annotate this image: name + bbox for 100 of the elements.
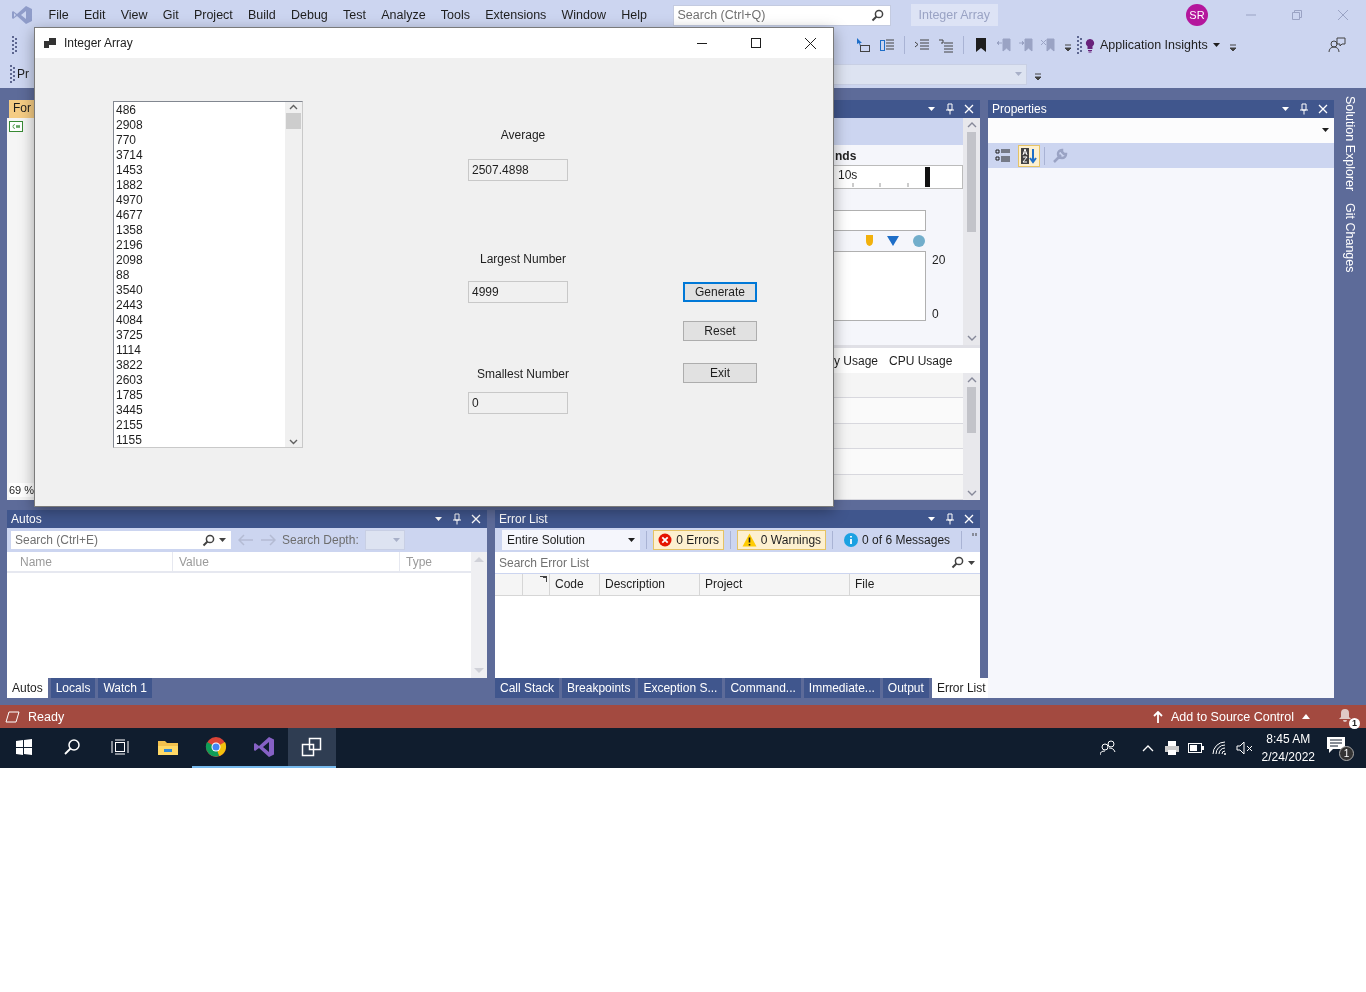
printer-icon[interactable] [1163,740,1180,756]
person-chat-icon[interactable] [1328,37,1346,53]
column-header[interactable]: File [850,574,980,595]
menu-item[interactable]: Debug [283,6,336,24]
grip-handle-icon[interactable] [10,65,15,83]
scrollbar[interactable] [285,102,302,447]
side-tab[interactable]: Git Changes [1343,203,1357,273]
toolbar-button[interactable] [1018,144,1040,167]
menu-item[interactable]: Extensions [477,6,554,24]
list-item[interactable]: 2603 [116,373,283,388]
wifi-icon[interactable] [1211,741,1228,755]
list-item[interactable]: 2443 [116,298,283,313]
overflow-icon[interactable] [1228,43,1237,53]
list-item[interactable]: 3725 [116,328,283,343]
overflow-icon[interactable] [1064,43,1072,53]
list-item[interactable]: 3445 [116,403,283,418]
column-header[interactable]: Description [600,574,700,595]
search-icon[interactable] [951,556,964,569]
action-button[interactable]: Exit [683,363,757,383]
search-input[interactable]: Search (Ctrl+Q) [677,8,871,22]
list-item[interactable]: 1453 [116,163,283,178]
account-avatar[interactable]: SR [1186,4,1208,26]
diagnostics-tab[interactable]: CPU Usage [889,353,953,368]
list-item[interactable]: 1882 [116,178,283,193]
cursor-box-icon[interactable] [855,37,871,53]
panel-tab[interactable]: Autos [7,678,48,698]
list-item[interactable]: 3540 [116,283,283,298]
menu-item[interactable]: Test [335,6,374,24]
pin-icon[interactable] [1299,103,1309,115]
search-input[interactable]: Search Error List [499,555,948,570]
close-icon[interactable] [471,514,481,524]
side-tab[interactable]: Solution Explorer [1343,96,1357,192]
panel-list-icon[interactable] [879,37,895,53]
battery-icon[interactable] [1187,743,1204,753]
list-item[interactable]: 1358 [116,223,283,238]
bookmark-icon[interactable] [974,37,988,53]
panel-tab[interactable]: Breakpoints [562,678,636,698]
close-icon[interactable] [1318,104,1328,114]
list-item[interactable]: 4677 [116,208,283,223]
result-field[interactable]: 0 [468,392,568,414]
table-row[interactable] [834,474,963,501]
action-button[interactable]: Reset [683,321,757,341]
search-icon[interactable] [870,8,884,22]
filter-toggle-button[interactable]: 0 Errors [653,530,724,550]
diagnostics-tab[interactable]: y Usage [834,353,879,368]
grip-handle-icon[interactable] [12,36,17,54]
column-header[interactable]: Code [550,574,600,595]
scrollbar-thumb[interactable] [286,113,301,129]
panel-tab[interactable]: Command... [725,678,801,698]
pin-icon[interactable] [945,513,955,525]
source-control-button[interactable]: Add to Source Control [1153,709,1310,724]
menu-item[interactable]: Edit [76,6,114,24]
menu-item[interactable]: Analyze [373,6,434,24]
filter-toggle-button[interactable]: 0 of 6 Messages [839,530,956,550]
scope-combo-box[interactable]: Entire Solution [502,530,641,550]
overflow-icon[interactable] [1034,72,1042,82]
dropdown-icon[interactable] [1281,104,1290,114]
dropdown-icon[interactable] [218,535,227,545]
list-item[interactable]: 770 [116,133,283,148]
grip-handle-icon[interactable] [1077,36,1082,54]
list-item[interactable]: 2098 [116,253,283,268]
panel-tab[interactable]: Watch 1 [98,678,152,698]
panel-tab[interactable]: Exception S... [638,678,723,698]
sort-icon[interactable] [540,576,547,582]
panel-tab[interactable]: Immediate... [803,678,880,698]
menu-item[interactable]: File [41,6,77,24]
scrollbar[interactable] [963,118,980,345]
action-button[interactable]: Generate [683,282,757,302]
menu-item[interactable]: Help [613,6,655,24]
list-item[interactable]: 1114 [116,343,283,358]
dropdown-icon[interactable] [927,514,936,524]
list-item[interactable]: 2155 [116,418,283,433]
filter-toggle-button[interactable]: 0 Warnings [736,530,827,550]
search-box[interactable]: Search (Ctrl+E) [10,530,232,550]
taskbar-app-button[interactable] [288,728,336,768]
panel-tab[interactable]: Locals [50,678,96,698]
panel-tab[interactable]: Call Stack [495,678,560,698]
column-header[interactable]: Project [700,574,850,595]
chevron-up-icon[interactable] [1141,744,1154,752]
panel-tab[interactable]: Output [882,678,929,698]
close-icon[interactable] [964,514,974,524]
dropdown-icon[interactable] [434,514,443,524]
search-icon[interactable] [202,533,215,547]
menu-item[interactable]: Window [553,6,614,24]
list-item[interactable]: 88 [116,268,283,283]
pin-icon[interactable] [452,513,462,525]
notification-bell[interactable]: 1 [1338,707,1358,726]
menu-item[interactable]: Tools [433,6,478,24]
menu-item[interactable]: Build [240,6,284,24]
time-marker-icon[interactable] [925,167,930,187]
pin-icon[interactable] [945,103,955,115]
scrollbar-thumb[interactable] [967,132,976,232]
menu-item[interactable]: Git [155,6,187,24]
people-icon[interactable] [1099,740,1116,756]
scrollbar-thumb[interactable] [967,387,976,433]
list-item[interactable]: 2908 [116,118,283,133]
clock[interactable]: 8:45 AM 2/24/2022 [1261,730,1315,766]
panel-tab[interactable]: Error List [931,678,991,698]
list-item[interactable]: 1785 [116,388,283,403]
document-tab[interactable]: For [9,100,35,118]
